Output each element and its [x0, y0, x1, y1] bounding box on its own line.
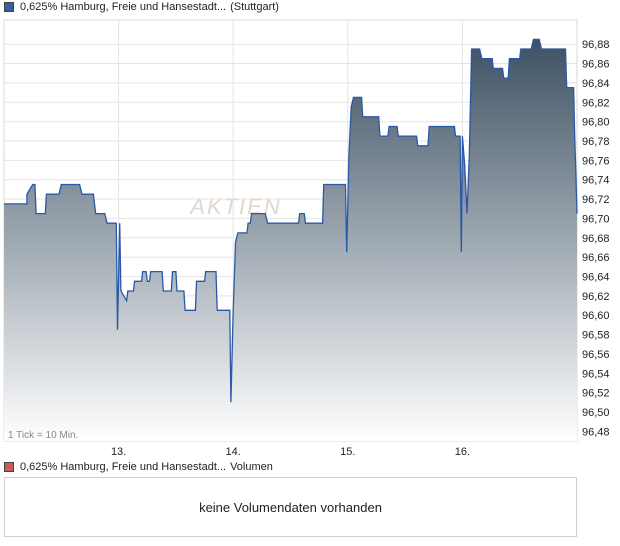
- y-tick-label: 96,76: [582, 155, 610, 167]
- y-tick-label: 96,70: [582, 213, 610, 225]
- volume-legend: 0,625% Hamburg, Freie und Hansestadt... …: [4, 460, 277, 474]
- y-tick-label: 96,48: [582, 426, 610, 438]
- y-tick-label: 96,84: [582, 78, 610, 90]
- y-tick-label: 96,82: [582, 97, 610, 109]
- x-tick-label: 14.: [226, 446, 241, 458]
- y-tick-label: 96,68: [582, 233, 610, 245]
- price-chart: AKTIEN 96,4896,5096,5296,5496,5696,5896,…: [3, 19, 610, 458]
- volume-empty-message: keine Volumendaten vorhanden: [199, 499, 382, 515]
- y-tick-label: 96,64: [582, 271, 610, 283]
- price-legend-name: 0,625% Hamburg, Freie und Hansestadt...: [20, 1, 227, 13]
- price-area: [4, 39, 577, 442]
- tick-interval-note: 1 Tick = 10 Min.: [8, 430, 78, 441]
- y-tick-label: 96,62: [582, 291, 610, 303]
- y-tick-label: 96,72: [582, 194, 610, 206]
- y-tick-label: 96,54: [582, 368, 610, 380]
- x-tick-label: 16.: [455, 446, 470, 458]
- y-tick-label: 96,60: [582, 310, 610, 322]
- y-axis: 96,48 96,50 96,52 96,54 96,56 96,58 96,60 96,62…: [582, 39, 610, 438]
- watermark: AKTIEN: [188, 194, 281, 219]
- price-legend: 0,625% Hamburg, Freie und Hansestadt... …: [4, 0, 283, 14]
- y-tick-label: 96,50: [582, 407, 610, 419]
- y-tick-label: 96,74: [582, 175, 610, 187]
- y-tick-label: 96,58: [582, 330, 610, 342]
- price-legend-swatch: [4, 2, 14, 12]
- price-legend-exchange: (Stuttgart): [230, 1, 279, 13]
- x-tick-label: 13.: [111, 446, 126, 458]
- y-tick-label: 96,88: [582, 39, 610, 51]
- x-axis: 13. 14. 15. 16.: [111, 446, 470, 458]
- x-tick-label: 15.: [340, 446, 355, 458]
- volume-legend-swatch: [4, 462, 14, 472]
- y-tick-label: 96,80: [582, 117, 610, 129]
- volume-legend-name: 0,625% Hamburg, Freie und Hansestadt...: [20, 461, 227, 473]
- y-tick-label: 96,66: [582, 252, 610, 264]
- y-tick-label: 96,78: [582, 136, 610, 148]
- volume-legend-label: Volumen: [230, 461, 273, 473]
- y-tick-label: 96,52: [582, 388, 610, 400]
- volume-panel: keine Volumendaten vorhanden: [4, 477, 577, 537]
- y-tick-label: 96,86: [582, 59, 610, 71]
- series-area: [4, 39, 577, 442]
- y-tick-label: 96,56: [582, 349, 610, 361]
